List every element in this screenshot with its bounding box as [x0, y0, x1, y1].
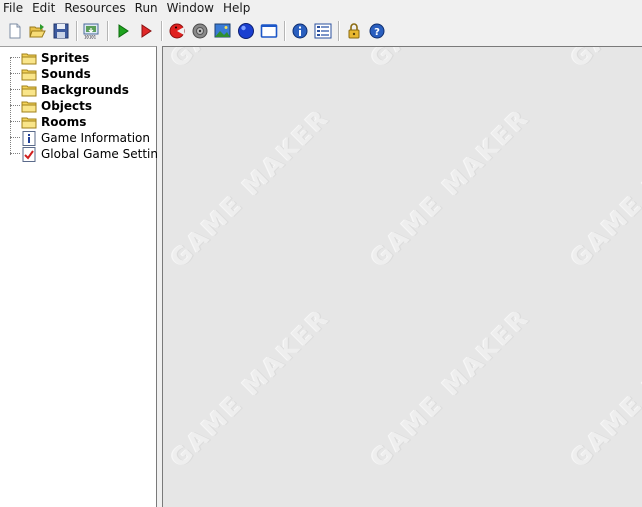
tree-item-label: Backgrounds: [41, 83, 129, 97]
menu-bar: File Edit Resources Run Window Help: [0, 0, 642, 16]
add-sound-button[interactable]: [189, 20, 211, 42]
watermark: GAME MAKER: [565, 102, 642, 273]
run-debug-button[interactable]: [135, 20, 157, 42]
game-information-button[interactable]: [289, 20, 311, 42]
help-icon: ?: [369, 23, 385, 39]
watermark: GAME MAKER: [365, 102, 536, 273]
run-normal-icon: [118, 24, 129, 38]
svg-text:10101: 10101: [84, 35, 97, 40]
menu-file[interactable]: File: [0, 1, 27, 15]
tree-item-label: Rooms: [41, 115, 87, 129]
add-sound-icon: [192, 23, 208, 39]
folder-icon: [21, 51, 37, 65]
add-room-icon: [260, 24, 278, 38]
game-information-icon: [292, 23, 308, 39]
toolbar-separator: [107, 21, 109, 41]
toolbar-separator: [161, 21, 163, 41]
tree-item-label: Sprites: [41, 51, 90, 65]
watermark: GAME MAKER: [365, 47, 535, 73]
tree-connector: [10, 57, 20, 59]
folder-icon: [21, 115, 37, 129]
tree-item-backgrounds[interactable]: Backgrounds: [10, 82, 129, 98]
resource-tree: Sprites Sounds Backgrounds Objects Rooms: [0, 46, 172, 507]
tree-item-sprites[interactable]: Sprites: [10, 50, 89, 66]
menu-edit[interactable]: Edit: [28, 1, 59, 15]
save-icon: [53, 23, 69, 39]
run-normal-button[interactable]: [112, 20, 134, 42]
toolbar-separator: [76, 21, 78, 41]
info-document-icon: [21, 130, 37, 146]
tree-item-sounds[interactable]: Sounds: [10, 66, 91, 82]
toolbar-separator: [338, 21, 340, 41]
global-settings-button[interactable]: [312, 20, 334, 42]
create-executable-icon: 10101: [83, 23, 99, 40]
toolbar-separator: [284, 21, 286, 41]
folder-icon: [21, 99, 37, 113]
add-object-button[interactable]: [235, 20, 257, 42]
tree-connector: [10, 73, 20, 75]
menu-help[interactable]: Help: [219, 1, 254, 15]
upgrade-button[interactable]: [343, 20, 365, 42]
tree-connector: [10, 153, 20, 155]
toolbar: 10101 ?: [0, 17, 642, 45]
tree-connector: [10, 121, 20, 123]
upgrade-icon: [348, 23, 360, 39]
tree-connector: [10, 105, 20, 107]
tree-item-game-information[interactable]: Game Information: [10, 130, 150, 146]
global-settings-icon: [314, 23, 332, 39]
workspace-area[interactable]: GAME MAKER GAME MAKER GAME MAKER GAME MA…: [162, 46, 642, 507]
run-debug-icon: [141, 24, 152, 38]
watermark: GAME MAKER: [565, 47, 642, 73]
add-sprite-button[interactable]: [166, 20, 188, 42]
add-background-icon: [214, 23, 231, 38]
tree-item-objects[interactable]: Objects: [10, 98, 92, 114]
menu-resources[interactable]: Resources: [60, 1, 129, 15]
tree-item-global-game-settings[interactable]: Global Game Settings: [10, 146, 172, 162]
watermark: GAME MAKER: [565, 302, 642, 473]
new-button[interactable]: [4, 20, 26, 42]
save-button[interactable]: [50, 20, 72, 42]
watermark: GAME MAKER: [165, 102, 336, 273]
tree-item-rooms[interactable]: Rooms: [10, 114, 86, 130]
tree-item-label: Sounds: [41, 67, 91, 81]
tree-connector: [10, 137, 20, 139]
folder-icon: [21, 67, 37, 81]
add-object-icon: [238, 23, 254, 39]
new-icon: [9, 23, 21, 39]
menu-run[interactable]: Run: [131, 1, 162, 15]
folder-icon: [21, 83, 37, 97]
tree-item-label: Game Information: [41, 131, 151, 145]
open-button[interactable]: [27, 20, 49, 42]
tree-item-label: Global Game Settings: [41, 147, 172, 161]
create-executable-button[interactable]: 10101: [81, 20, 103, 42]
tree-item-label: Objects: [41, 99, 93, 113]
svg-text:?: ?: [374, 27, 380, 38]
open-icon: [29, 24, 46, 38]
tree-connector: [10, 89, 20, 91]
watermark: GAME MAKER: [365, 302, 536, 473]
menu-window[interactable]: Window: [163, 1, 218, 15]
settings-checklist-icon: [21, 146, 37, 162]
help-button[interactable]: ?: [366, 20, 388, 42]
add-background-button[interactable]: [212, 20, 234, 42]
add-room-button[interactable]: [258, 20, 280, 42]
watermark: GAME MAKER: [165, 302, 336, 473]
watermark: GAME MAKER: [165, 47, 335, 73]
add-sprite-icon: [169, 23, 185, 39]
